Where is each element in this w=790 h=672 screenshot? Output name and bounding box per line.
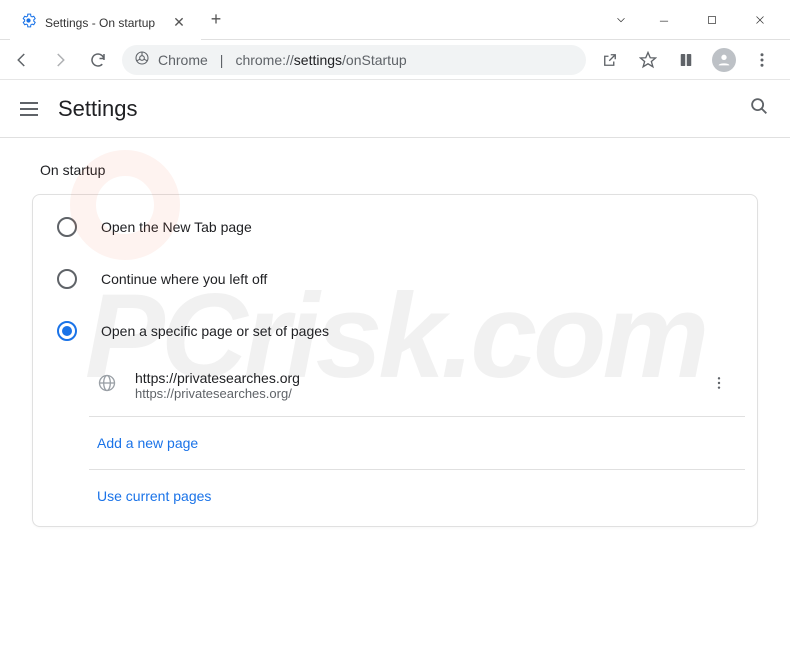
address-bar[interactable]: Chrome | chrome://settings/onStartup [122,45,586,75]
radio-label: Open the New Tab page [101,219,252,235]
close-window-button[interactable] [738,4,782,36]
radio-label: Open a specific page or set of pages [101,323,329,339]
radio-option-new-tab[interactable]: Open the New Tab page [33,201,757,253]
radio-option-continue[interactable]: Continue where you left off [33,253,757,305]
back-button[interactable] [8,46,36,74]
globe-icon [97,373,117,398]
share-icon[interactable] [596,46,624,74]
radio-icon [57,217,77,237]
search-icon[interactable] [748,95,770,122]
window-titlebar: Settings - On startup ✕ + [0,0,790,40]
radio-option-specific-page[interactable]: Open a specific page or set of pages [33,305,757,357]
address-separator: | [220,52,224,68]
profile-avatar[interactable] [710,46,738,74]
forward-button[interactable] [46,46,74,74]
add-page-link[interactable]: Add a new page [89,419,745,467]
radio-icon [57,269,77,289]
browser-toolbar: Chrome | chrome://settings/onStartup [0,40,790,80]
window-controls [604,0,790,40]
page-entry-title: https://privatesearches.org [135,370,683,386]
startup-page-entry: https://privatesearches.org https://priv… [89,357,745,414]
minimize-button[interactable] [642,4,686,36]
use-current-pages-link[interactable]: Use current pages [89,472,745,520]
radio-icon [57,321,77,341]
browser-tab[interactable]: Settings - On startup ✕ [10,6,201,40]
maximize-button[interactable] [690,4,734,36]
divider [89,416,745,417]
settings-header: Settings [0,80,790,138]
tab-title: Settings - On startup [45,16,155,30]
more-actions-button[interactable] [701,369,737,402]
settings-content: On startup Open the New Tab page Continu… [0,138,790,551]
divider [89,469,745,470]
startup-card: Open the New Tab page Continue where you… [32,194,758,527]
address-label: Chrome [158,52,208,68]
hamburger-icon[interactable] [20,102,38,116]
address-url: chrome://settings/onStartup [235,52,406,68]
chevron-down-icon[interactable] [604,4,638,36]
bookmark-icon[interactable] [634,46,662,74]
menu-icon[interactable] [748,46,776,74]
reading-list-icon[interactable] [672,46,700,74]
close-tab-icon[interactable]: ✕ [167,14,191,31]
new-tab-button[interactable]: + [201,9,232,30]
gear-icon [20,12,37,34]
startup-pages-list: https://privatesearches.org https://priv… [89,357,745,520]
radio-label: Continue where you left off [101,271,267,287]
chrome-icon [134,50,150,69]
reload-button[interactable] [84,46,112,74]
page-title: Settings [58,96,728,122]
page-entry-url: https://privatesearches.org/ [135,386,683,401]
section-title: On startup [32,162,758,178]
